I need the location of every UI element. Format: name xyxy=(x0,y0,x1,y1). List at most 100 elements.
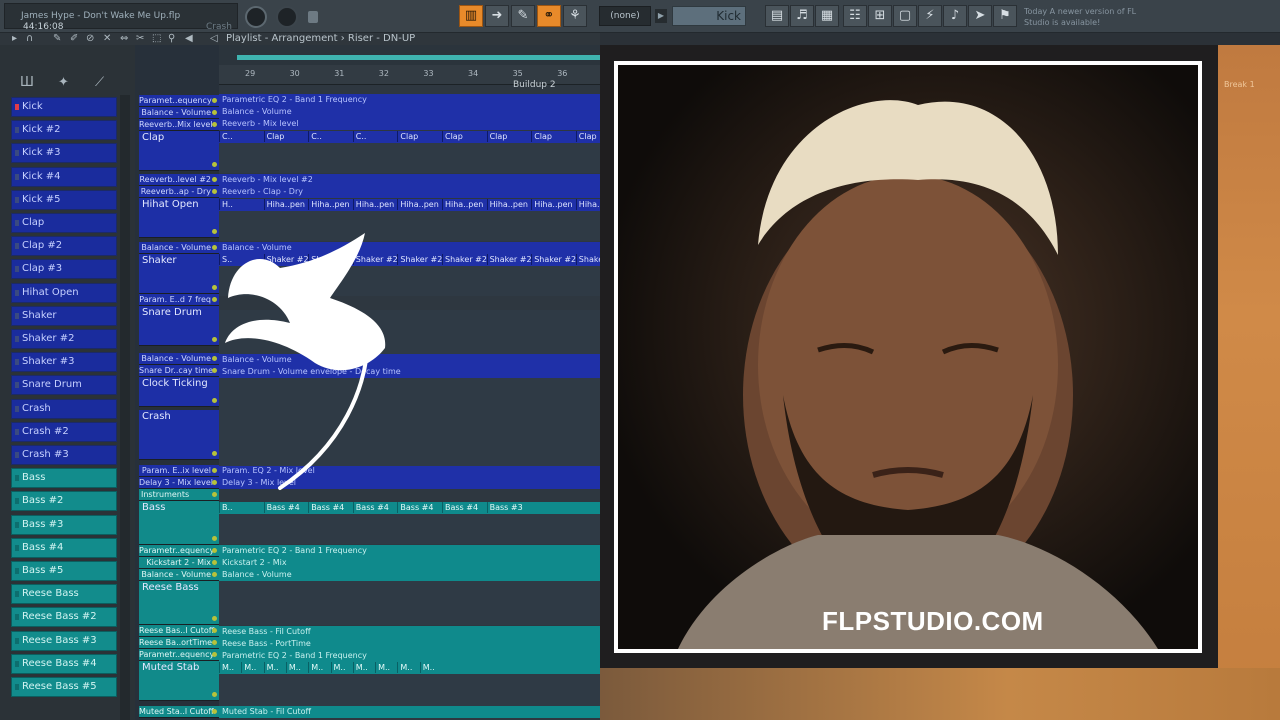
playlist-overview[interactable] xyxy=(219,45,600,65)
zoom-icon[interactable]: ⚲ xyxy=(168,33,175,45)
track-enable-led[interactable] xyxy=(212,536,217,541)
automation-icon[interactable]: ⟋ xyxy=(95,75,104,90)
track-header[interactable]: Kickstart 2 - Mix xyxy=(139,557,219,569)
pattern-clip[interactable]: M.. xyxy=(330,662,353,673)
track-header[interactable]: Reese Bas..l Cutoff xyxy=(139,625,219,637)
master-pitch-knob[interactable] xyxy=(276,6,298,28)
browser-icon[interactable]: ▢ xyxy=(893,5,917,27)
track-enable-led[interactable] xyxy=(212,122,217,127)
track-enable-led[interactable] xyxy=(212,692,217,697)
pitch-slider[interactable] xyxy=(308,11,318,23)
link-icon[interactable]: ⚭ xyxy=(537,5,561,27)
pattern-song-toggle[interactable]: ▥ xyxy=(459,5,483,27)
playlist-lane[interactable]: C..ClapC..C..ClapClapClapClapClapClap xyxy=(219,131,641,143)
track-enable-led[interactable] xyxy=(212,297,217,302)
track-header[interactable]: Param. E..d 7 freq xyxy=(139,294,219,306)
track-header[interactable]: Reeverb..level #2 xyxy=(139,174,219,186)
pattern-clip[interactable]: Hiha..pen xyxy=(531,199,576,210)
track-enable-led[interactable] xyxy=(212,98,217,103)
track-enable-led[interactable] xyxy=(212,492,217,497)
track-header[interactable]: Reeverb..Mix level xyxy=(139,119,219,131)
track-header[interactable]: Delay 3 - Mix level xyxy=(139,477,219,489)
track-enable-led[interactable] xyxy=(212,368,217,373)
track-enable-led[interactable] xyxy=(212,709,217,714)
pattern-clip[interactable]: C.. xyxy=(352,131,398,142)
track-enable-led[interactable] xyxy=(212,285,217,290)
plugin-picker-icon[interactable]: ⊞ xyxy=(868,5,892,27)
track-header[interactable]: Balance - Volume xyxy=(139,353,219,365)
track-enable-led[interactable] xyxy=(212,356,217,361)
track-header[interactable]: Crash xyxy=(139,410,219,460)
track-enable-led[interactable] xyxy=(212,548,217,553)
pattern-clip[interactable]: Bass #4 xyxy=(442,502,487,513)
channel-button[interactable]: Kick #4 xyxy=(11,166,117,187)
playlist-icon[interactable]: ▤ xyxy=(765,5,789,27)
pattern-clip[interactable]: Shaker #2 xyxy=(442,254,487,265)
track-header[interactable]: Param. E..ix level xyxy=(139,465,219,477)
track-enable-led[interactable] xyxy=(212,162,217,167)
track-enable-led[interactable] xyxy=(212,560,217,565)
pattern-clip[interactable]: M.. xyxy=(219,662,241,673)
pattern-clip[interactable]: M.. xyxy=(352,662,375,673)
mixer-icon[interactable]: ☷ xyxy=(843,5,867,27)
channel-button[interactable]: Reese Bass #4 xyxy=(11,653,117,674)
arrow-icon[interactable]: ➜ xyxy=(485,5,509,27)
pattern-clip[interactable]: Shaker #2 xyxy=(486,254,531,265)
playlist-lane[interactable]: Muted Stab - Fil Cutoff xyxy=(219,706,600,718)
pattern-clip[interactable]: Bass #4 xyxy=(263,502,309,513)
picker-scrollbar[interactable] xyxy=(120,95,130,720)
channel-button[interactable]: Shaker #2 xyxy=(11,329,117,349)
channel-button[interactable]: Reese Bass #3 xyxy=(11,630,117,651)
delete-icon[interactable]: ⊘ xyxy=(86,33,94,45)
channel-button[interactable]: Reese Bass xyxy=(11,584,117,605)
channel-button[interactable]: Reese Bass #2 xyxy=(11,607,117,628)
pattern-clip[interactable]: M.. xyxy=(308,662,330,673)
channel-button[interactable]: Hihat Open xyxy=(11,282,117,303)
track-header[interactable]: Clap xyxy=(139,131,219,171)
track-header[interactable]: Hihat Open xyxy=(139,198,219,238)
track-enable-led[interactable] xyxy=(212,652,217,657)
track-enable-led[interactable] xyxy=(212,229,217,234)
track-enable-led[interactable] xyxy=(212,628,217,633)
channel-button[interactable]: Bass xyxy=(11,468,117,489)
playlist-lane[interactable] xyxy=(219,581,600,625)
track-header[interactable]: Paramet..equency xyxy=(139,95,219,107)
brush-icon[interactable]: ✐ xyxy=(70,33,78,45)
track-header[interactable]: Reese Ba..ortTime xyxy=(139,637,219,649)
channel-button[interactable]: Bass #5 xyxy=(11,561,117,581)
track-header[interactable]: Muted Stab xyxy=(139,661,219,701)
slip-icon[interactable]: ⇔ xyxy=(120,33,128,45)
track-enable-led[interactable] xyxy=(212,468,217,473)
pattern-clip[interactable]: Hiha..pen xyxy=(263,199,309,210)
channel-button[interactable]: Clap #2 xyxy=(11,236,117,257)
track-header[interactable]: Parametr..equency xyxy=(139,545,219,557)
tempo-tapper-icon[interactable]: ♪ xyxy=(943,5,967,27)
track-enable-led[interactable] xyxy=(212,451,217,456)
track-header[interactable]: Instruments xyxy=(139,489,219,501)
pattern-clip[interactable]: Shaker #2 xyxy=(397,254,442,265)
track-header[interactable]: Clock Ticking xyxy=(139,377,219,407)
playlist-lane[interactable]: Parametric EQ 2 - Band 1 Frequency xyxy=(219,94,600,106)
news-panel[interactable]: Today A newer version of FL Studio is av… xyxy=(1024,6,1144,28)
channel-button[interactable]: Snare Drum xyxy=(11,375,117,396)
track-enable-led[interactable] xyxy=(212,177,217,182)
channel-rack-icon[interactable]: ▦ xyxy=(815,5,839,27)
pattern-clip[interactable]: M.. xyxy=(375,662,397,673)
channel-button[interactable]: Kick xyxy=(11,97,117,117)
channel-button[interactable]: Bass #2 xyxy=(11,491,117,512)
channel-button[interactable]: Bass #4 xyxy=(11,537,117,558)
track-enable-led[interactable] xyxy=(212,480,217,485)
channel-button[interactable]: Kick #5 xyxy=(11,189,117,210)
playlist-lane[interactable]: Balance - Volume xyxy=(219,106,600,118)
track-header[interactable]: Balance - Volume xyxy=(139,242,219,254)
playlist-lane[interactable]: Reese Bass - PortTime xyxy=(219,638,600,650)
track-enable-led[interactable] xyxy=(212,398,217,403)
channel-button[interactable]: Bass #3 xyxy=(11,514,117,535)
track-header[interactable]: Reeverb..ap - Dry xyxy=(139,186,219,198)
track-enable-led[interactable] xyxy=(212,572,217,577)
track-enable-led[interactable] xyxy=(212,640,217,645)
track-header[interactable]: Balance - Volume xyxy=(139,569,219,581)
playlist-lane[interactable]: Parametric EQ 2 - Band 1 Frequency xyxy=(219,650,600,662)
pattern-clip[interactable]: Clap xyxy=(442,131,487,142)
channel-button[interactable]: Crash #2 xyxy=(11,421,117,442)
